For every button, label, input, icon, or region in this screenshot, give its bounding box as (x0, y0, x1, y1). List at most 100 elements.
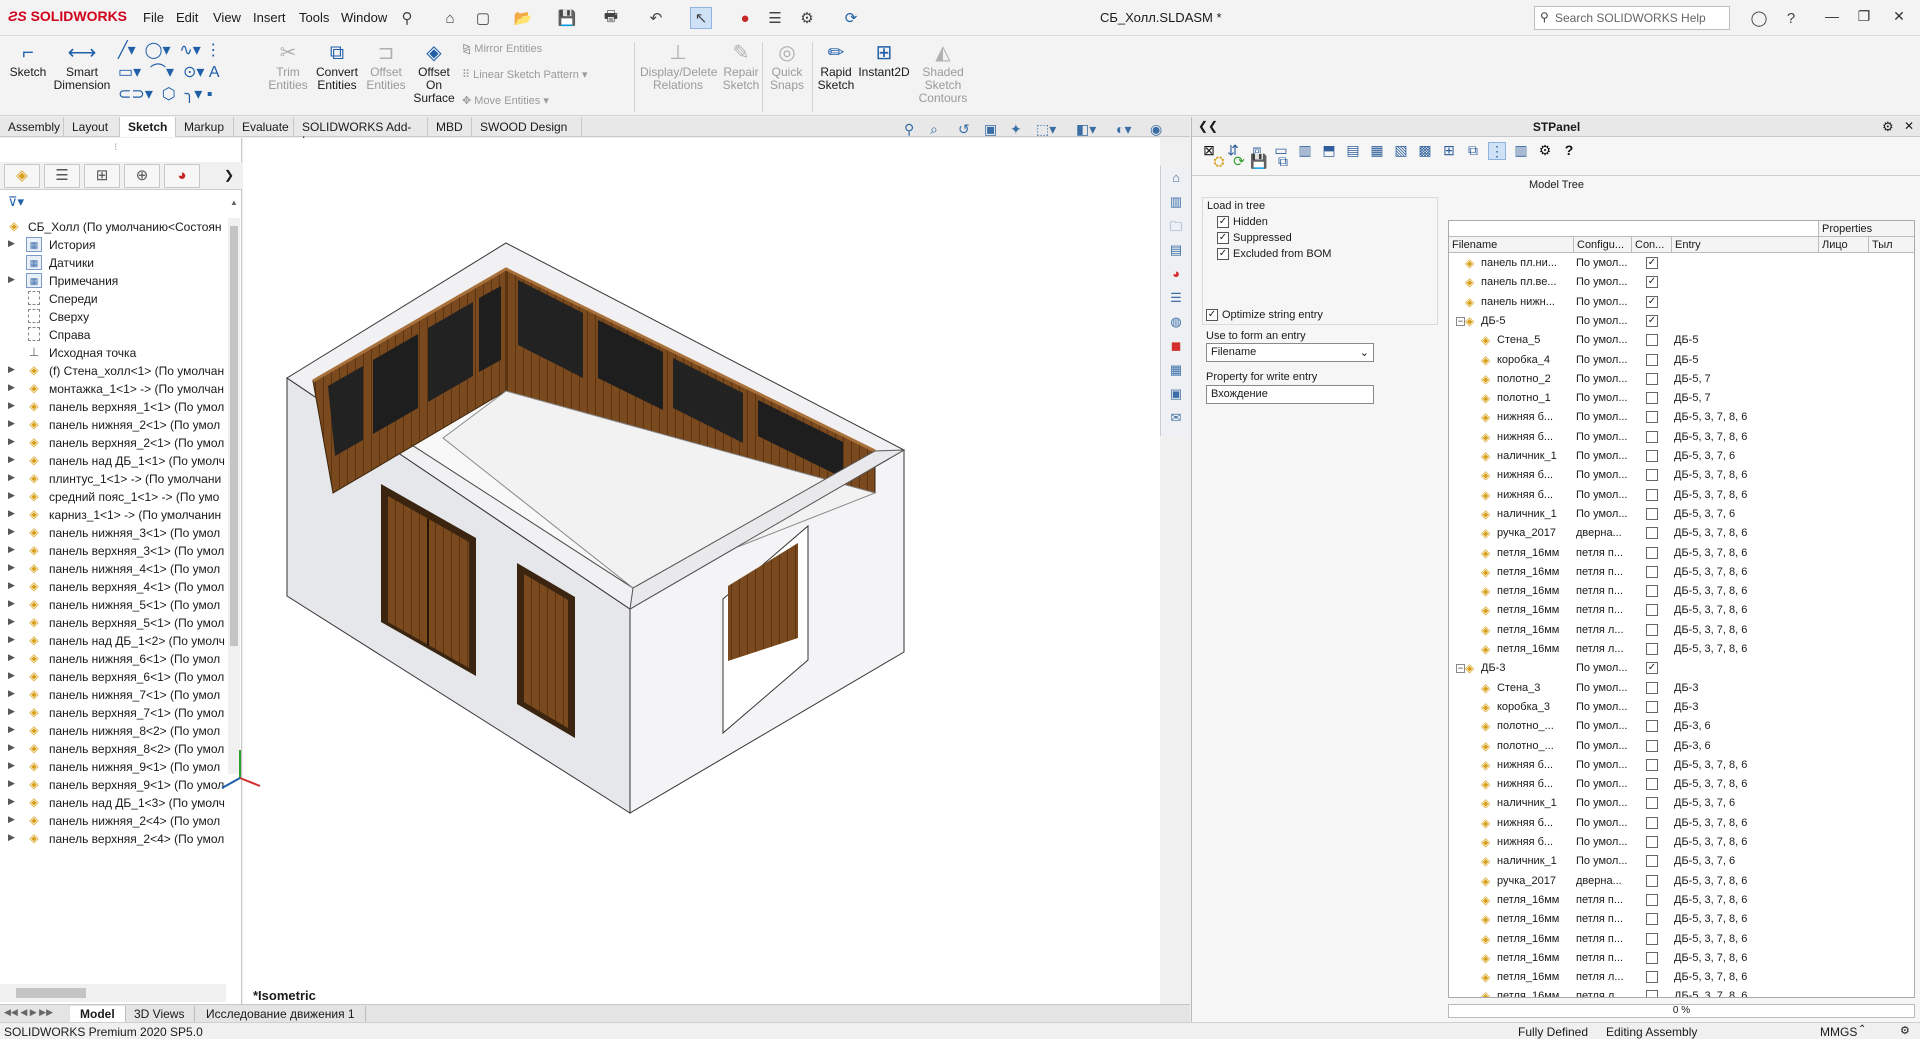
expand-arrow-icon[interactable]: ▶ (8, 364, 15, 375)
display-style-icon[interactable]: ◧▾ (1076, 121, 1096, 138)
expand-arrow-icon[interactable]: ▶ (8, 706, 15, 717)
scroll-up-arrow[interactable]: ▲ (230, 198, 238, 207)
section-view-icon[interactable]: ▣ (984, 121, 997, 138)
grid-row[interactable]: ◈ петля_16мм петля л... ДБ-5, 3, 7, 8, 6 (1449, 621, 1914, 640)
help-search-input[interactable]: Search SOLIDWORKS Help (1534, 6, 1730, 30)
tree-item[interactable]: ▶ ◈ панель нижняя_2<4> (По умол (0, 812, 226, 830)
tab-evaluate[interactable]: Evaluate (234, 117, 294, 137)
dimxpert-tab-icon[interactable]: ⊕ (124, 164, 160, 188)
repair-sketch-button[interactable]: ✎ Repair Sketch (714, 40, 768, 92)
tab-assembly[interactable]: Assembly (0, 117, 64, 137)
expand-arrow-icon[interactable]: ▶ (8, 472, 15, 483)
expand-arrow-icon[interactable]: ▶ (8, 616, 15, 627)
fillet-icon[interactable]: ╮▾ (185, 86, 203, 103)
menu-tools[interactable]: Tools (299, 10, 329, 25)
suppressed-checkbox[interactable]: ✓ (1217, 232, 1229, 244)
resources-home-icon[interactable]: ⌂ (1165, 170, 1187, 190)
smart-dimension-button[interactable]: ⟷ Smart Dimension (52, 40, 112, 92)
view-palette-icon[interactable]: ▤ (1165, 242, 1187, 262)
grid-row[interactable]: ◈ панель пл.ни... По умол... ✓ (1449, 254, 1914, 273)
filter-icon[interactable]: ⊽▾ (8, 194, 24, 210)
instant2d-button[interactable]: ⊞ Instant2D (854, 40, 914, 79)
feature-tree-tab-icon[interactable]: ◈ (4, 164, 40, 188)
tree-item[interactable]: ▶ ◈ панель верхняя_5<1> (По умол (0, 614, 226, 632)
stpanel-tool-5-icon[interactable]: ▥ (1296, 142, 1314, 160)
options-gear-icon[interactable]: ⚙ (796, 7, 818, 29)
row-condition-checkbox[interactable] (1646, 334, 1658, 347)
graphics-area[interactable]: *Isometric (221, 138, 1160, 1004)
row-condition-checkbox[interactable] (1646, 565, 1658, 578)
expand-arrow-icon[interactable]: ▶ (8, 724, 15, 735)
expand-arrow-icon[interactable]: ▶ (8, 238, 15, 249)
expand-arrow-icon[interactable]: ▶ (8, 544, 15, 555)
tab-mbd[interactable]: MBD (428, 117, 472, 137)
display-manager-tab-icon[interactable]: ◕ (164, 164, 200, 188)
tree-item[interactable]: ▶ ◈ панель нижняя_6<1> (По умол (0, 650, 226, 668)
grid-row[interactable]: ◈ петля_16мм петля л... ДБ-5, 3, 7, 8, 6 (1449, 968, 1914, 987)
menu-insert[interactable]: Insert (253, 10, 286, 25)
menu-file[interactable]: File (143, 10, 164, 25)
grid-row[interactable]: ◈ петля_16мм петля п... ДБ-5, 3, 7, 8, 6 (1449, 910, 1914, 929)
stpanel-help-icon[interactable]: ? (1560, 142, 1578, 160)
row-condition-checkbox[interactable]: ✓ (1646, 276, 1658, 289)
tree-item[interactable]: ▶ ◈ средний пояс_1<1> -> (По умо (0, 488, 226, 506)
collapse-box-icon[interactable]: − (1456, 316, 1465, 326)
close-button[interactable]: ✕ (1885, 8, 1913, 25)
grid-row[interactable]: ◈ петля_16мм петля л... ДБ-5, 3, 7, 8, 6 (1449, 987, 1914, 997)
file-properties-icon[interactable]: ☰ (764, 7, 786, 29)
close-icon[interactable]: ✕ (1904, 119, 1914, 133)
toolbox-icon[interactable]: ▦ (1165, 362, 1187, 382)
row-condition-checkbox[interactable] (1646, 990, 1658, 997)
expand-arrow-icon[interactable]: ▶ (8, 742, 15, 753)
expand-arrow-icon[interactable]: ▶ (8, 418, 15, 429)
row-condition-checkbox[interactable] (1646, 585, 1658, 598)
tree-item[interactable]: ▶ ◈ панель нижняя_8<2> (По умол (0, 722, 226, 740)
grid-row[interactable]: ◈ наличник_1 По умол... ДБ-5, 3, 7, 6 (1449, 505, 1914, 524)
row-condition-checkbox[interactable] (1646, 643, 1658, 655)
grid-row[interactable]: ◈ петля_16мм петля п... ДБ-5, 3, 7, 8, 6 (1449, 949, 1914, 968)
row-condition-checkbox[interactable] (1646, 836, 1658, 848)
model-tree-tool-icon[interactable]: ⋮ (1488, 142, 1506, 160)
row-condition-checkbox[interactable] (1646, 353, 1658, 366)
grid-row[interactable]: ◈ петля_16мм петля п... ДБ-5, 3, 7, 8, 6 (1449, 891, 1914, 910)
tree-item[interactable]: Сверху (0, 308, 226, 326)
grid-row[interactable]: ◈ наличник_1 По умол... ДБ-5, 3, 7, 6 (1449, 852, 1914, 871)
stpanel-tool-12-icon[interactable]: ⧉ (1464, 142, 1482, 160)
grid-row[interactable]: ◈ полотно_1 По умол... ДБ-5, 7 (1449, 389, 1914, 408)
tree-item[interactable]: ▶ ◈ панель нижняя_4<1> (По умол (0, 560, 226, 578)
expand-arrow-icon[interactable]: ▶ (8, 436, 15, 447)
table-tool-icon[interactable]: ▥ (1512, 142, 1530, 160)
new-document-icon[interactable]: ▢ (472, 7, 494, 29)
col-configuration[interactable]: Configu... (1574, 237, 1632, 253)
home-icon[interactable]: ⌂ (439, 7, 461, 29)
tree-item[interactable]: ▶ ▦ Примечания (0, 272, 226, 290)
tree-item[interactable]: ▦ Датчики (0, 254, 226, 272)
slot-icon[interactable]: ⊂⊃▾ (118, 86, 153, 103)
menu-view[interactable]: View (213, 10, 241, 25)
stpanel-tool-8-icon[interactable]: ▦ (1368, 142, 1386, 160)
offset-on-surface-button[interactable]: ◈ Offset On Surface (406, 40, 462, 105)
zoom-area-icon[interactable]: ⌕ (930, 121, 938, 138)
save-tree-icon[interactable]: 💾 (1250, 153, 1268, 171)
appearance-icon[interactable]: ◉ (1150, 121, 1162, 138)
model-tree-grid[interactable]: Properties Filename Configu... Con... En… (1448, 220, 1915, 998)
shaded-sketch-contours-button[interactable]: ◭ Shaded Sketch Contours (912, 40, 974, 105)
expand-arrow-icon[interactable]: ▶ (8, 796, 15, 807)
tree-root-assembly[interactable]: ◈ СБ_Холл (По умолчанию<Состоян (0, 218, 226, 236)
expand-arrow-icon[interactable]: ▶ (8, 490, 15, 501)
grid-row[interactable]: ◈ Стена_3 По умол... ДБ-3 (1449, 679, 1914, 698)
grid-row[interactable]: ◈ наличник_1 По умол... ДБ-5, 3, 7, 6 (1449, 447, 1914, 466)
tree-item[interactable]: ▶ ◈ панель верхняя_8<2> (По умол (0, 740, 226, 758)
mirror-entities-button[interactable]: ⧎ Mirror Entities (462, 42, 542, 55)
tree-item[interactable]: ▶ ◈ панель верхняя_2<4> (По умол (0, 830, 226, 848)
row-condition-checkbox[interactable] (1646, 816, 1658, 829)
sketch-button[interactable]: ⌐ Sketch (0, 40, 56, 79)
row-condition-checkbox[interactable] (1646, 758, 1658, 771)
configuration-manager-tab-icon[interactable]: ⊞ (84, 164, 120, 188)
row-condition-checkbox[interactable] (1646, 681, 1658, 694)
rebuild-icon[interactable]: ⟳ (840, 7, 862, 29)
grid-row[interactable]: ◈ петля_16мм петля п... ДБ-5, 3, 7, 8, 6 (1449, 582, 1914, 601)
grid-row[interactable]: ◈ Стена_5 По умол... ДБ-5 (1449, 331, 1914, 350)
trim-entities-button[interactable]: ✂ Trim Entities (260, 40, 316, 92)
traffic-light-icon[interactable]: ● (734, 7, 756, 29)
